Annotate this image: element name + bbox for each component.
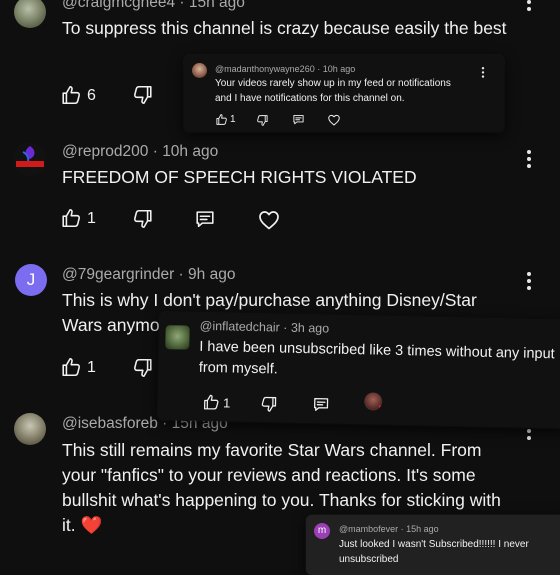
reply-icon[interactable]: [194, 208, 216, 230]
heart-icon[interactable]: [327, 113, 341, 127]
comment-meta: @reprod200 · 10h ago: [62, 143, 219, 160]
comment-meta: @mambofever · 15h ago: [339, 524, 439, 534]
reply-icon[interactable]: [312, 395, 330, 413]
like-icon[interactable]: [215, 113, 228, 126]
heart-icon[interactable]: [257, 208, 281, 232]
comment-meta: @inflatedchair · 3h ago: [199, 318, 330, 336]
avatar[interactable]: [165, 325, 190, 350]
comment-time: 15h ago: [406, 524, 439, 534]
comment-time: 3h ago: [290, 320, 330, 336]
comment-text: Your videos rarely show up in my feed or…: [215, 78, 451, 104]
like-icon[interactable]: [60, 207, 82, 229]
comment-author[interactable]: @mambofever: [339, 524, 398, 534]
comment-meta: @madanthonywayne260 · 10h ago: [215, 64, 356, 74]
comment-text: I have been unsubscribed like 3 times wi…: [198, 338, 555, 378]
comment-meta: @79geargrinder · 9h ago: [62, 266, 236, 283]
reply-icon[interactable]: [292, 113, 305, 126]
dislike-icon[interactable]: [256, 114, 269, 127]
like-count: 1: [230, 114, 236, 125]
comment-time: 10h ago: [322, 64, 356, 74]
avatar[interactable]: [14, 413, 46, 445]
more-options-icon[interactable]: [526, 0, 532, 14]
like-icon[interactable]: [60, 84, 82, 106]
overlay-comment-card: m @mambofever · 15h ago Just looked I wa…: [306, 515, 560, 575]
like-count: 1: [87, 359, 96, 376]
dislike-icon[interactable]: [132, 357, 154, 379]
like-icon[interactable]: [60, 356, 82, 378]
comment-author[interactable]: @isebasforeb: [62, 415, 158, 432]
like-count: 1: [87, 210, 96, 227]
more-options-icon[interactable]: [526, 272, 532, 293]
comment-author[interactable]: @79geargrinder: [62, 266, 174, 283]
dislike-icon[interactable]: [132, 208, 154, 230]
like-count: 6: [87, 87, 96, 104]
comment-text: FREEDOM OF SPEECH RIGHTS VIOLATED: [62, 167, 417, 187]
comment-author[interactable]: @inflatedchair: [200, 319, 280, 335]
comment-author[interactable]: @reprod200: [62, 143, 148, 160]
overlay-comment-card: @madanthonywayne260 · 10h ago Your video…: [184, 55, 504, 132]
more-options-icon[interactable]: [526, 150, 532, 171]
avatar-letter: m: [317, 525, 327, 536]
comment-item: @reprod200 · 10h ago FREEDOM OF SPEECH R…: [0, 136, 560, 241]
reprod-logo-icon: [16, 146, 44, 167]
like-icon[interactable]: [202, 393, 220, 411]
dislike-icon[interactable]: [260, 395, 278, 413]
more-options-icon[interactable]: [481, 67, 485, 80]
comment-text: Just looked I wasn't Subscribed!!!!!! I …: [339, 539, 529, 565]
comment-time: 15h ago: [188, 0, 245, 11]
avatar[interactable]: [192, 63, 207, 78]
avatar[interactable]: [13, 142, 47, 176]
creator-heart-badge-icon: ♥: [363, 392, 383, 411]
comment-author[interactable]: @craigmcghee4: [62, 0, 175, 11]
avatar[interactable]: m: [314, 523, 330, 539]
dislike-icon[interactable]: [132, 84, 154, 106]
avatar-letter: J: [26, 270, 36, 289]
comment-time: 10h ago: [162, 143, 219, 160]
comment-text: To suppress this channel is crazy becaus…: [62, 18, 507, 38]
avatar[interactable]: [14, 0, 46, 28]
like-count: 1: [222, 395, 231, 411]
comment-author[interactable]: @madanthonywayne260: [215, 64, 315, 74]
comment-time: 9h ago: [188, 266, 236, 283]
comment-meta: @craigmcghee4 · 15h ago: [62, 0, 245, 12]
overlay-comment-card: @inflatedchair · 3h ago I have been unsu…: [157, 312, 560, 429]
avatar[interactable]: J: [15, 264, 47, 296]
